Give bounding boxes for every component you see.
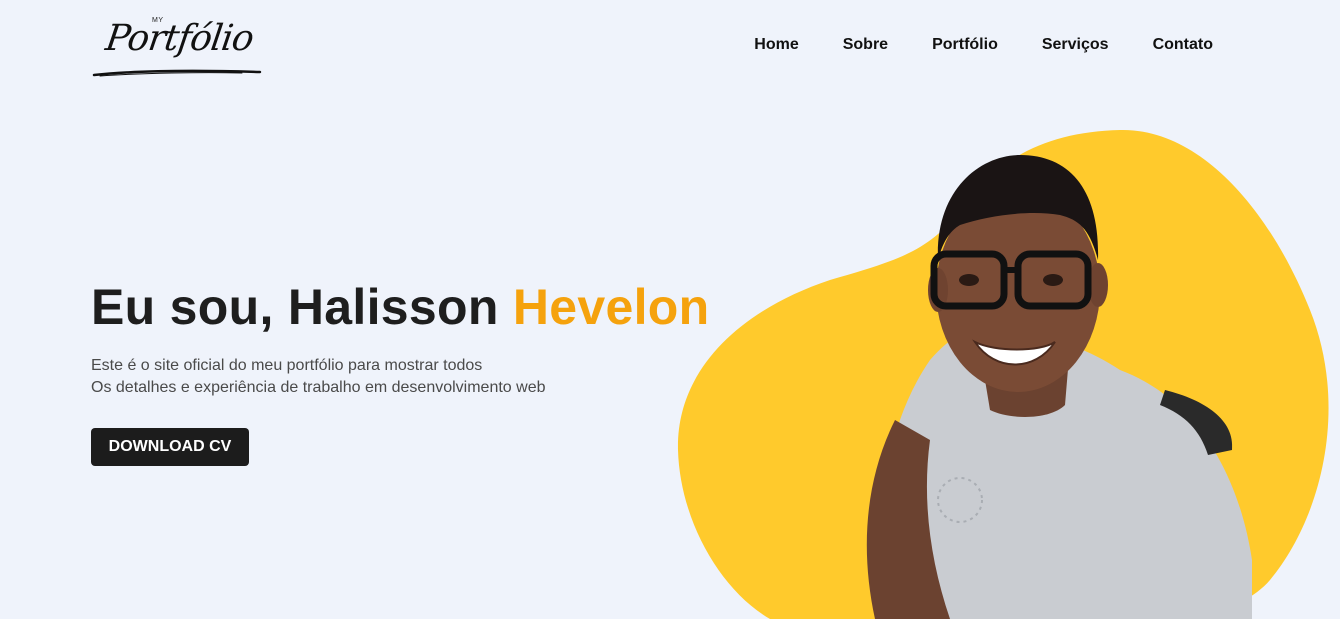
logo-brush-stroke bbox=[92, 69, 262, 77]
hero-description: Este é o site oficial do meu portfólio p… bbox=[91, 355, 546, 399]
nav-servicos[interactable]: Serviços bbox=[1042, 36, 1109, 54]
nav-contato[interactable]: Contato bbox=[1153, 36, 1213, 54]
hero-desc-line-1: Este é o site oficial do meu portfólio p… bbox=[91, 357, 483, 374]
download-cv-button[interactable]: DOWNLOAD CV bbox=[91, 428, 249, 466]
nav-home[interactable]: Home bbox=[754, 36, 798, 54]
page: MY Portfólio Home Sobre Portfólio Serviç… bbox=[0, 0, 1340, 619]
hero-illustration bbox=[677, 129, 1329, 619]
hero-desc-line-2: Os detalhes e experiência de trabalho em… bbox=[91, 379, 546, 396]
main-nav: Home Sobre Portfólio Serviços Contato bbox=[754, 36, 1213, 54]
hero-title: Eu sou, Halisson Hevelon bbox=[91, 278, 709, 336]
nav-sobre[interactable]: Sobre bbox=[843, 36, 888, 54]
hero-title-prefix: Eu sou, Halisson bbox=[91, 279, 513, 335]
logo[interactable]: MY Portfólio bbox=[92, 14, 262, 80]
nav-portfolio[interactable]: Portfólio bbox=[932, 36, 998, 54]
logo-script-text: Portfólio bbox=[103, 18, 256, 59]
